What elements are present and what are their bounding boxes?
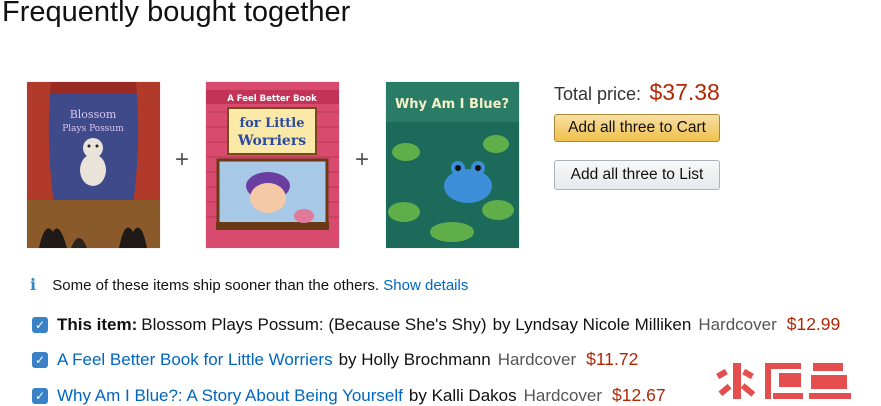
total-price: Total price: $37.38: [554, 79, 720, 106]
book-cover-why-am-i-blue[interactable]: Why Am I Blue?: [386, 82, 519, 248]
worriers-cover-title-2: Worriers: [237, 133, 306, 149]
blossom-cover-title-2: Plays Possum: [62, 124, 124, 134]
item-format: Hardcover: [698, 314, 777, 334]
item-price: $11.72: [586, 349, 639, 369]
this-item-label: This item:: [57, 314, 138, 334]
item-byline: by Kalli Dakos: [408, 385, 517, 405]
shipping-notice: i Some of these items ship sooner than t…: [30, 275, 468, 294]
book-cover-little-worriers[interactable]: A Feel Better Book for Little Worriers: [206, 82, 339, 248]
shipping-notice-text: Some of these items ship sooner than the…: [52, 277, 380, 294]
item-title-link[interactable]: A Feel Better Book for Little Worriers: [57, 350, 333, 370]
list-item: ✓ Why Am I Blue?: A Story About Being Yo…: [32, 385, 666, 406]
list-item: ✓ This item: Blossom Plays Possum: (Beca…: [32, 314, 840, 335]
blossom-cover-art: Blossom Plays Possum: [27, 82, 160, 248]
plus-sign-1: +: [174, 146, 189, 173]
item-checkbox[interactable]: ✓: [32, 316, 48, 333]
show-details-link[interactable]: Show details: [383, 277, 468, 294]
book-cover-blossom[interactable]: Blossom Plays Possum: [27, 82, 160, 248]
item-price: $12.99: [786, 314, 841, 334]
item-price: $12.67: [612, 385, 666, 405]
section-title: Frequently bought together: [2, 0, 351, 28]
item-title-link[interactable]: Why Am I Blue?: A Story About Being Your…: [57, 386, 403, 406]
item-format: Hardcover: [523, 385, 603, 405]
blue-cover-art: Why Am I Blue?: [386, 82, 519, 248]
worriers-series-banner: A Feel Better Book: [227, 94, 317, 104]
item-byline: by Holly Brochmann: [338, 349, 491, 369]
info-icon: i: [30, 275, 37, 294]
list-item: ✓ A Feel Better Book for Little Worriers…: [32, 349, 638, 370]
item-checkbox[interactable]: ✓: [32, 351, 48, 368]
item-title: Blossom Plays Possum: (Because She's Shy…: [141, 314, 487, 334]
total-price-value: $37.38: [649, 79, 720, 105]
item-byline: by Lyndsay Nicole Milliken: [492, 314, 692, 334]
item-checkbox[interactable]: ✓: [32, 387, 48, 404]
watermark-logo: [716, 363, 851, 399]
add-all-to-cart-button[interactable]: Add all three to Cart: [554, 114, 720, 142]
blue-cover-title: Why Am I Blue?: [395, 97, 509, 112]
plus-sign-2: +: [354, 146, 369, 173]
worriers-cover-title-1: for Little: [240, 116, 305, 131]
blossom-cover-title-1: Blossom: [70, 108, 117, 121]
add-all-to-list-button[interactable]: Add all three to List: [554, 160, 720, 190]
total-price-label: Total price:: [554, 84, 642, 104]
worriers-cover-art: A Feel Better Book for Little Worriers: [206, 82, 339, 248]
item-format: Hardcover: [497, 349, 577, 369]
